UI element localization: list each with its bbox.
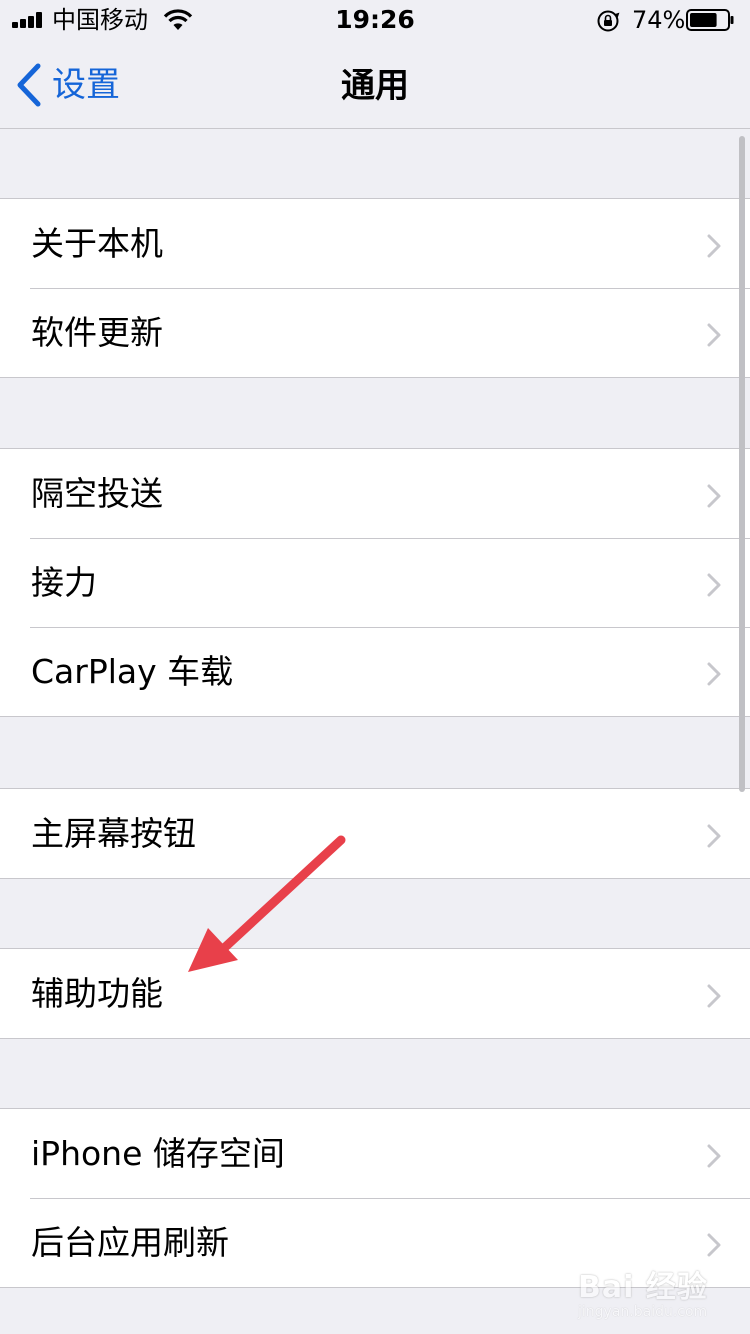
chevron-right-icon [707, 824, 721, 848]
settings-group-home-button: 主屏幕按钮 [0, 788, 750, 879]
list-item-label: 隔空投送 [31, 474, 163, 513]
chevron-right-icon [707, 484, 721, 508]
list-item-label: CarPlay 车载 [31, 652, 234, 691]
list-item-software-update[interactable]: 软件更新 [0, 288, 750, 377]
chevron-right-icon [707, 573, 721, 597]
settings-group-about: 关于本机 软件更新 [0, 198, 750, 378]
page-title: 通用 [341, 66, 409, 106]
list-item-label: 主屏幕按钮 [31, 814, 196, 853]
settings-group-storage: iPhone 储存空间 后台应用刷新 [0, 1108, 750, 1288]
chevron-right-icon [707, 1144, 721, 1168]
chevron-right-icon [707, 323, 721, 347]
battery-percentage: 74% [632, 6, 686, 34]
chevron-right-icon [707, 1233, 721, 1257]
settings-group-continuity: 隔空投送 接力 CarPlay 车载 [0, 448, 750, 717]
list-item-about[interactable]: 关于本机 [0, 199, 750, 288]
orientation-lock-icon [597, 10, 620, 32]
list-item-label: 关于本机 [31, 224, 163, 263]
list-item-home-button[interactable]: 主屏幕按钮 [0, 789, 750, 878]
list-item-handoff[interactable]: 接力 [0, 538, 750, 627]
chevron-right-icon [707, 234, 721, 258]
list-item-accessibility[interactable]: 辅助功能 [0, 949, 750, 1038]
list-item-airdrop[interactable]: 隔空投送 [0, 449, 750, 538]
battery-icon [686, 9, 734, 31]
baidu-watermark: Bai 经验 jingyan.baidu.com [570, 1262, 740, 1328]
settings-group-accessibility: 辅助功能 [0, 948, 750, 1039]
list-item-carplay[interactable]: CarPlay 车载 [0, 627, 750, 716]
list-item-label: 后台应用刷新 [31, 1223, 229, 1262]
watermark-brand: Bai 经验 [578, 1270, 708, 1305]
list-item-label: 接力 [31, 563, 97, 602]
chevron-right-icon [707, 662, 721, 686]
status-bar: 中国移动 19:26 74% [0, 0, 750, 40]
scroll-indicator[interactable] [739, 136, 745, 792]
chevron-right-icon [707, 984, 721, 1008]
watermark-url: jingyan.baidu.com [578, 1304, 708, 1320]
list-item-label: iPhone 储存空间 [31, 1134, 285, 1173]
list-item-iphone-storage[interactable]: iPhone 储存空间 [0, 1109, 750, 1198]
navigation-bar: 设置 通用 [0, 40, 750, 129]
list-item-label: 软件更新 [31, 313, 163, 352]
list-item-label: 辅助功能 [31, 974, 163, 1013]
